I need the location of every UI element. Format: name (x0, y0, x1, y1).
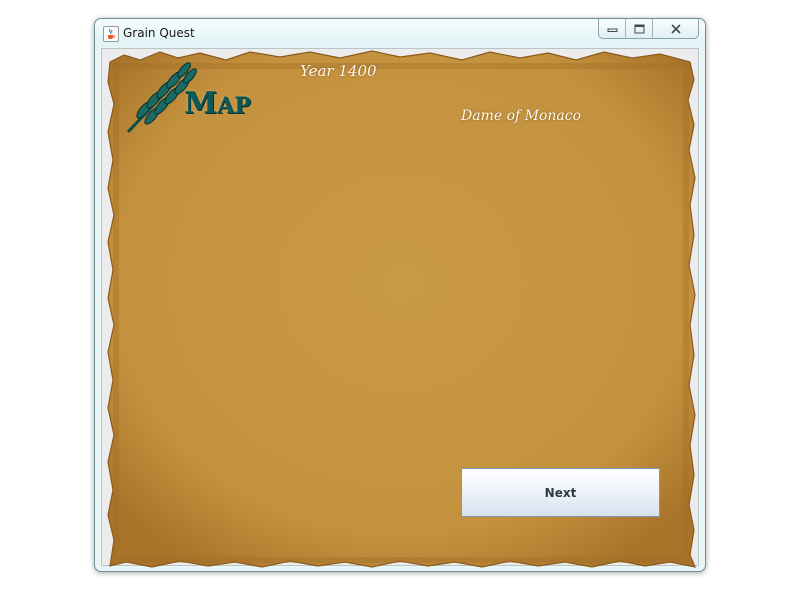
next-button[interactable]: Next (461, 468, 660, 517)
map-title-rest: AP (217, 93, 251, 119)
year-label: Year 1400 (300, 62, 377, 80)
parchment-map (107, 50, 696, 568)
player-title-label: Dame of Monaco (461, 108, 582, 124)
map-title: MAP (184, 86, 251, 121)
map-title-initial: M (184, 86, 218, 121)
